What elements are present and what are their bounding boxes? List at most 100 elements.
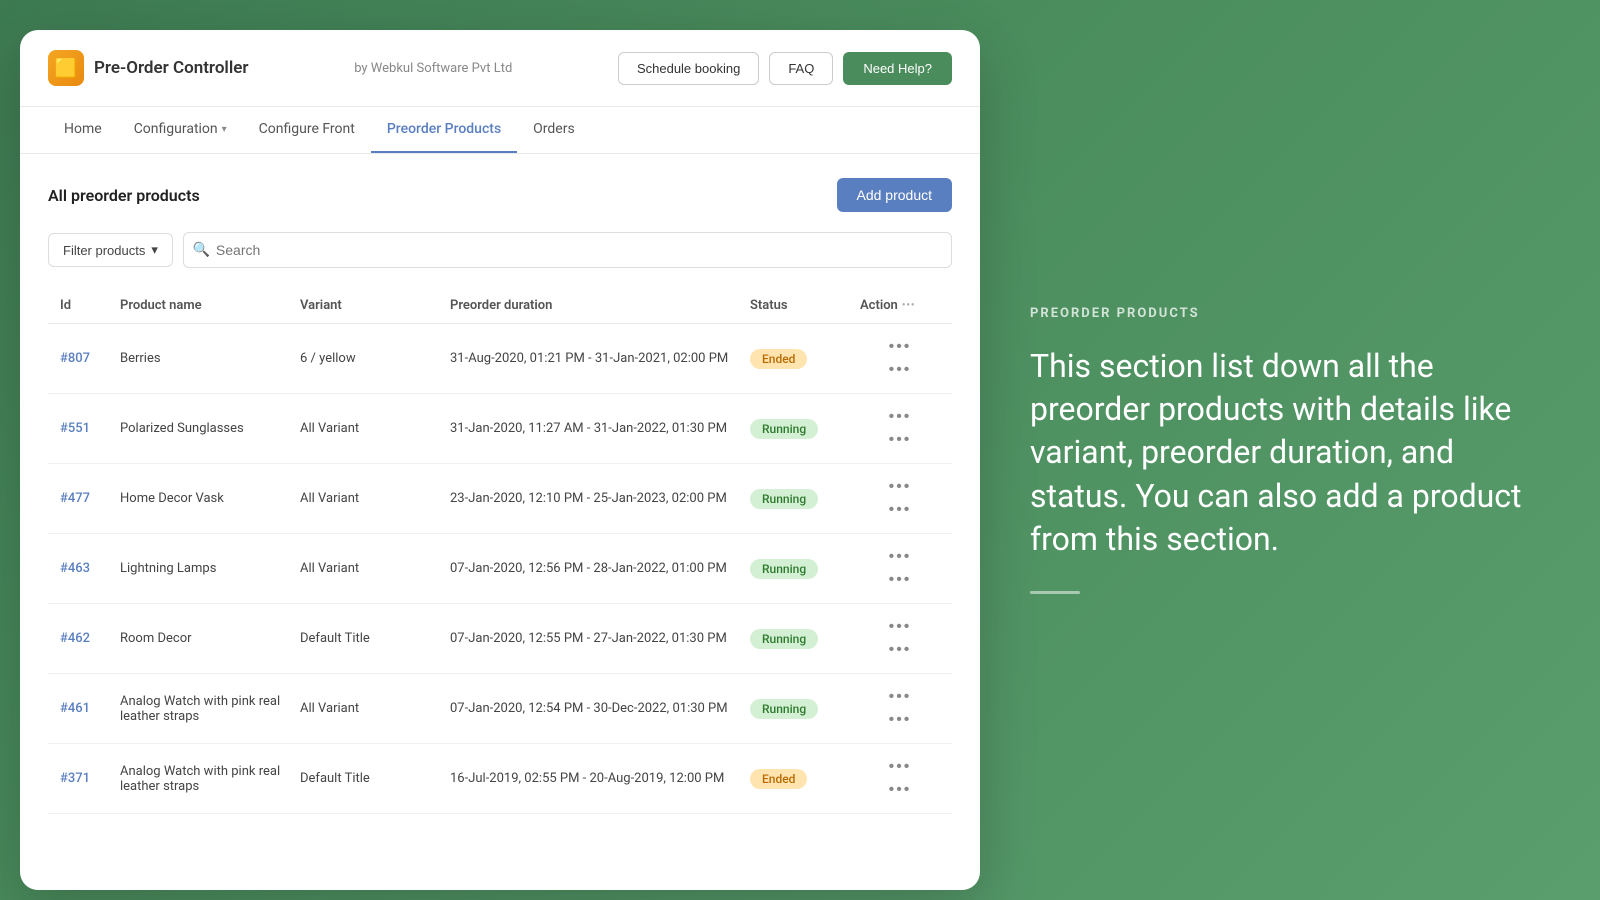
row-id[interactable]: #477: [60, 491, 120, 506]
row-id[interactable]: #807: [60, 351, 120, 366]
table-row: #477 Home Decor Vask All Variant 23-Jan-…: [48, 464, 952, 534]
action-menu-button[interactable]: •••: [860, 546, 940, 568]
faq-button[interactable]: FAQ: [769, 52, 833, 85]
row-action: ••• •••: [860, 756, 940, 801]
row-action: ••• •••: [860, 616, 940, 661]
table-row: #462 Room Decor Default Title 07-Jan-202…: [48, 604, 952, 674]
action-menu-button[interactable]: •••: [860, 686, 940, 708]
schedule-booking-button[interactable]: Schedule booking: [618, 52, 759, 85]
action-menu-button[interactable]: •••: [860, 336, 940, 358]
nav-home[interactable]: Home: [48, 107, 118, 153]
app-vendor: by Webkul Software Pvt Ltd: [354, 61, 512, 76]
col-status: Status: [750, 298, 860, 313]
row-duration: 23-Jan-2020, 12:10 PM - 25-Jan-2023, 02:…: [450, 491, 750, 506]
nav-configuration[interactable]: Configuration ▾: [118, 107, 243, 153]
action-menu-button-2[interactable]: •••: [860, 429, 940, 451]
section-description: This section list down all the preorder …: [1030, 345, 1550, 561]
row-id[interactable]: #461: [60, 701, 120, 716]
row-variant: All Variant: [300, 421, 450, 436]
row-duration: 16-Jul-2019, 02:55 PM - 20-Aug-2019, 12:…: [450, 771, 750, 786]
page-title: All preorder products: [48, 186, 200, 205]
row-status: Running: [750, 629, 860, 649]
row-action: ••• •••: [860, 336, 940, 381]
row-id[interactable]: #551: [60, 421, 120, 436]
row-status: Ended: [750, 349, 860, 369]
filter-products-button[interactable]: Filter products ▾: [48, 233, 173, 267]
app-header: 🟨 Pre-Order Controller by Webkul Softwar…: [20, 30, 980, 107]
action-menu-button[interactable]: •••: [860, 616, 940, 638]
row-variant: Default Title: [300, 631, 450, 646]
row-id[interactable]: #463: [60, 561, 120, 576]
action-menu-button-2[interactable]: •••: [860, 639, 940, 661]
row-duration: 07-Jan-2020, 12:55 PM - 27-Jan-2022, 01:…: [450, 631, 750, 646]
col-id: Id: [60, 298, 120, 313]
content-area: All preorder products Add product Filter…: [20, 154, 980, 890]
search-input-wrap: 🔍: [183, 232, 952, 268]
row-name: Berries: [120, 351, 300, 366]
action-menu-button-2[interactable]: •••: [860, 709, 940, 731]
row-status: Running: [750, 419, 860, 439]
table-row: #807 Berries 6 / yellow 31-Aug-2020, 01:…: [48, 324, 952, 394]
row-action: ••• •••: [860, 546, 940, 591]
table-row: #371 Analog Watch with pink real leather…: [48, 744, 952, 814]
col-duration: Preorder duration: [450, 298, 750, 313]
table-row: #463 Lightning Lamps All Variant 07-Jan-…: [48, 534, 952, 604]
row-action: ••• •••: [860, 476, 940, 521]
nav-configure-front[interactable]: Configure Front: [243, 107, 371, 153]
row-duration: 07-Jan-2020, 12:56 PM - 28-Jan-2022, 01:…: [450, 561, 750, 576]
action-menu-button-2[interactable]: •••: [860, 499, 940, 521]
action-menu-button[interactable]: •••: [860, 476, 940, 498]
col-variant: Variant: [300, 298, 450, 313]
header-actions: Schedule booking FAQ Need Help?: [618, 52, 952, 85]
row-status: Running: [750, 489, 860, 509]
row-name: Polarized Sunglasses: [120, 421, 300, 436]
decorative-divider: [1030, 591, 1080, 594]
app-logo: 🟨 Pre-Order Controller: [48, 50, 249, 86]
chevron-down-icon: ▾: [151, 242, 158, 258]
row-duration: 31-Jan-2020, 11:27 AM - 31-Jan-2022, 01:…: [450, 421, 750, 436]
row-name: Home Decor Vask: [120, 491, 300, 506]
row-variant: All Variant: [300, 561, 450, 576]
action-menu-button-2[interactable]: •••: [860, 779, 940, 801]
row-name: Analog Watch with pink real leather stra…: [120, 694, 300, 724]
row-name: Lightning Lamps: [120, 561, 300, 576]
row-name: Room Decor: [120, 631, 300, 646]
row-id[interactable]: #462: [60, 631, 120, 646]
action-menu-button[interactable]: •••: [860, 756, 940, 778]
products-table: Id Product name Variant Preorder duratio…: [48, 288, 952, 814]
logo-icon: 🟨: [48, 50, 84, 86]
table-row: #551 Polarized Sunglasses All Variant 31…: [48, 394, 952, 464]
row-action: ••• •••: [860, 686, 940, 731]
row-status: Running: [750, 699, 860, 719]
table-header: Id Product name Variant Preorder duratio…: [48, 288, 952, 324]
content-header: All preorder products Add product: [48, 178, 952, 212]
nav-orders[interactable]: Orders: [517, 107, 591, 153]
row-variant: 6 / yellow: [300, 351, 450, 366]
row-variant: All Variant: [300, 701, 450, 716]
row-status: Ended: [750, 769, 860, 789]
row-variant: Default Title: [300, 771, 450, 786]
action-menu-button-2[interactable]: •••: [860, 359, 940, 381]
row-status: Running: [750, 559, 860, 579]
main-panel: 🟨 Pre-Order Controller by Webkul Softwar…: [20, 30, 980, 890]
action-menu-button-2[interactable]: •••: [860, 569, 940, 591]
row-duration: 31-Aug-2020, 01:21 PM - 31-Jan-2021, 02:…: [450, 351, 750, 366]
action-menu-button[interactable]: •••: [860, 406, 940, 428]
search-icon: 🔍: [193, 242, 210, 258]
need-help-button[interactable]: Need Help?: [843, 52, 952, 85]
col-action: Action •••: [860, 298, 940, 313]
table-row: #461 Analog Watch with pink real leather…: [48, 674, 952, 744]
right-panel: PREORDER PRODUCTS This section list down…: [980, 266, 1600, 634]
chevron-down-icon: ▾: [222, 124, 227, 135]
filter-search-row: Filter products ▾ 🔍: [48, 232, 952, 268]
nav-preorder-products[interactable]: Preorder Products: [371, 107, 517, 153]
add-product-button[interactable]: Add product: [837, 178, 953, 212]
nav-bar: Home Configuration ▾ Configure Front Pre…: [20, 107, 980, 154]
row-action: ••• •••: [860, 406, 940, 451]
search-input[interactable]: [183, 232, 952, 268]
row-duration: 07-Jan-2020, 12:54 PM - 30-Dec-2022, 01:…: [450, 701, 750, 716]
row-id[interactable]: #371: [60, 771, 120, 786]
row-variant: All Variant: [300, 491, 450, 506]
section-label: PREORDER PRODUCTS: [1030, 306, 1550, 321]
action-dots-icon: •••: [902, 300, 916, 311]
